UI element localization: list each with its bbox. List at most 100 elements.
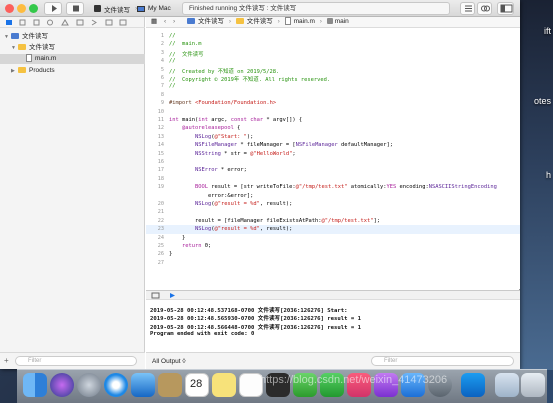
navigator-tab-icons[interactable]	[0, 17, 145, 28]
code-line[interactable]: //	[169, 33, 176, 39]
code-line[interactable]: // Created by 不知道 on 2019/5/28.	[169, 67, 279, 75]
close-window-button[interactable]	[5, 4, 14, 13]
folder-icon	[18, 44, 26, 51]
code-line[interactable]: NSError * error;	[169, 167, 247, 173]
line-number: 2	[160, 41, 164, 48]
line-number: 6	[160, 75, 164, 81]
code-line[interactable]: #import <Foundation/Foundation.h>	[169, 100, 276, 106]
function-icon	[326, 18, 333, 25]
assistant-editor-button[interactable]	[477, 2, 492, 15]
nav-item-project[interactable]: ▼ 文件读写	[0, 32, 145, 42]
nav-item-products[interactable]: ▶ Products	[0, 66, 145, 76]
calendar-icon[interactable]: 28	[185, 373, 209, 397]
siri-icon[interactable]	[50, 373, 74, 397]
console-filter-input[interactable]: Filter	[371, 356, 514, 366]
zoom-window-button[interactable]	[29, 4, 38, 13]
line-number: 20	[157, 201, 164, 207]
code-line[interactable]: int main(int argc, const char * argv[]) …	[169, 117, 302, 123]
code-line[interactable]: error:&error];	[169, 193, 253, 199]
console-line: 2019-05-28 00:12:48.537168-0700 文件读写[203…	[150, 308, 348, 314]
project-navigator: ▼ 文件读写 ▼ 文件读写 main.m ▶ Products + Filter	[0, 17, 145, 369]
debug-bar	[146, 290, 520, 300]
desktop-label[interactable]: otes	[534, 96, 551, 106]
code-line[interactable]: NSLog(@"Start: ");	[169, 134, 253, 140]
filter-placeholder: Filter	[28, 358, 42, 364]
desktop-label[interactable]: h	[546, 170, 551, 180]
scheme-device-selector[interactable]: My Mac	[137, 2, 171, 15]
play-icon	[52, 5, 57, 12]
code-line[interactable]: NSLog(@"result = %d", result);	[169, 201, 292, 207]
line-number: 17	[157, 167, 164, 174]
code-line[interactable]: // 文件读写	[169, 50, 204, 58]
stop-button[interactable]	[66, 2, 84, 15]
nav-item-file[interactable]: main.m	[0, 54, 145, 64]
folder-icon	[18, 67, 26, 74]
xcode-icon[interactable]	[461, 373, 485, 397]
line-number: 25	[157, 243, 164, 249]
disclosure-closed-icon[interactable]: ▶	[11, 66, 18, 76]
code-line[interactable]: BOOL result = [str writeToFile:@"/tmp/te…	[169, 184, 497, 190]
safari-icon[interactable]	[104, 373, 128, 397]
watermark: https://blog.csdn.net/weixin_41473206	[260, 374, 448, 386]
desktop-label[interactable]: ift	[544, 26, 551, 36]
code-line[interactable]: //	[169, 58, 176, 64]
navigator-filter-input[interactable]: Filter	[15, 356, 137, 366]
code-line[interactable]: result = [fileManager fileExistsAtPath:@…	[169, 218, 380, 224]
scheme-device-label: My Mac	[148, 5, 171, 12]
back-icon[interactable]: ‹	[164, 17, 166, 27]
code-line[interactable]: NSLog(@"result = %d", result);	[169, 226, 292, 232]
run-button[interactable]	[44, 2, 62, 15]
toggle-panels-button[interactable]	[497, 2, 514, 15]
contacts-icon[interactable]	[158, 373, 182, 397]
nav-item-label: main.m	[35, 55, 57, 62]
code-line[interactable]: //	[169, 83, 176, 89]
minimize-window-button[interactable]	[17, 4, 26, 13]
code-line[interactable]: }	[169, 235, 185, 241]
scheme-target-selector[interactable]: 文件读写 ›	[94, 2, 137, 15]
breadcrumb-item[interactable]: 文件读写	[247, 18, 273, 25]
disclosure-open-icon[interactable]: ▼	[11, 43, 18, 53]
line-number: 10	[157, 108, 164, 115]
launchpad-icon[interactable]	[77, 373, 101, 397]
line-number: 11	[157, 117, 164, 123]
notes-icon[interactable]	[212, 373, 236, 397]
line-number: 12	[157, 125, 164, 132]
mail-icon[interactable]	[131, 373, 155, 397]
project-icon	[11, 33, 19, 40]
output-selector[interactable]: All Output ◊	[152, 353, 186, 370]
project-icon	[187, 18, 195, 25]
finder-icon[interactable]	[23, 373, 47, 397]
code-line[interactable]: @autoreleasepool {	[169, 125, 240, 131]
breadcrumb-item[interactable]: main.m	[294, 18, 315, 25]
trash-icon[interactable]	[521, 373, 545, 397]
breadcrumb-item[interactable]: 文件读写	[198, 18, 224, 25]
code-line[interactable]: NSFileManager * fileManager = [NSFileMan…	[169, 142, 393, 148]
forward-icon[interactable]: ›	[173, 17, 175, 27]
line-number: 5	[160, 66, 164, 73]
code-line[interactable]: // Copyright © 2019年 不知道. All rights res…	[169, 75, 330, 83]
downloads-folder-icon[interactable]	[495, 373, 519, 397]
disclosure-open-icon[interactable]: ▼	[4, 32, 11, 42]
line-number: 16	[157, 159, 164, 165]
code-line[interactable]: return 0;	[169, 243, 211, 249]
console-output[interactable]: 2019-05-28 00:12:48.537168-0700 文件读写[203…	[146, 300, 520, 352]
chevron-right-icon: ›	[228, 18, 231, 25]
chevron-right-icon: ›	[277, 18, 280, 25]
nav-item-label: Products	[29, 67, 55, 74]
related-items-icon[interactable]: ▦	[151, 17, 157, 27]
nav-item-group[interactable]: ▼ 文件读写	[0, 43, 145, 53]
jump-bar: ▦ ‹ › 文件读写 › 文件读写 › main.m › main	[146, 17, 520, 28]
code-line[interactable]: }	[169, 251, 172, 257]
source-editor[interactable]: 1 2 3 4 5 6 7 8 9 10 11 12 13 14 15 16 17 18 19 20 21 22 23 24 2…	[146, 28, 520, 289]
code-line[interactable]: // main.m	[169, 41, 201, 47]
folder-icon	[235, 18, 244, 25]
breadcrumb-item[interactable]: main	[335, 18, 349, 25]
line-number: 18	[157, 175, 164, 182]
line-number: 24	[157, 234, 164, 241]
console-line: 2019-05-28 00:12:48.565930-0700 文件读写[203…	[150, 316, 361, 323]
toolbar: 文件读写 › My Mac Finished running 文件读写 : 文件…	[0, 0, 520, 17]
add-icon[interactable]: +	[4, 356, 9, 365]
standard-editor-button[interactable]	[460, 2, 475, 15]
code-line[interactable]: NSString * str = @"HelloWorld";	[169, 151, 296, 157]
filter-placeholder: Filter	[384, 358, 398, 364]
